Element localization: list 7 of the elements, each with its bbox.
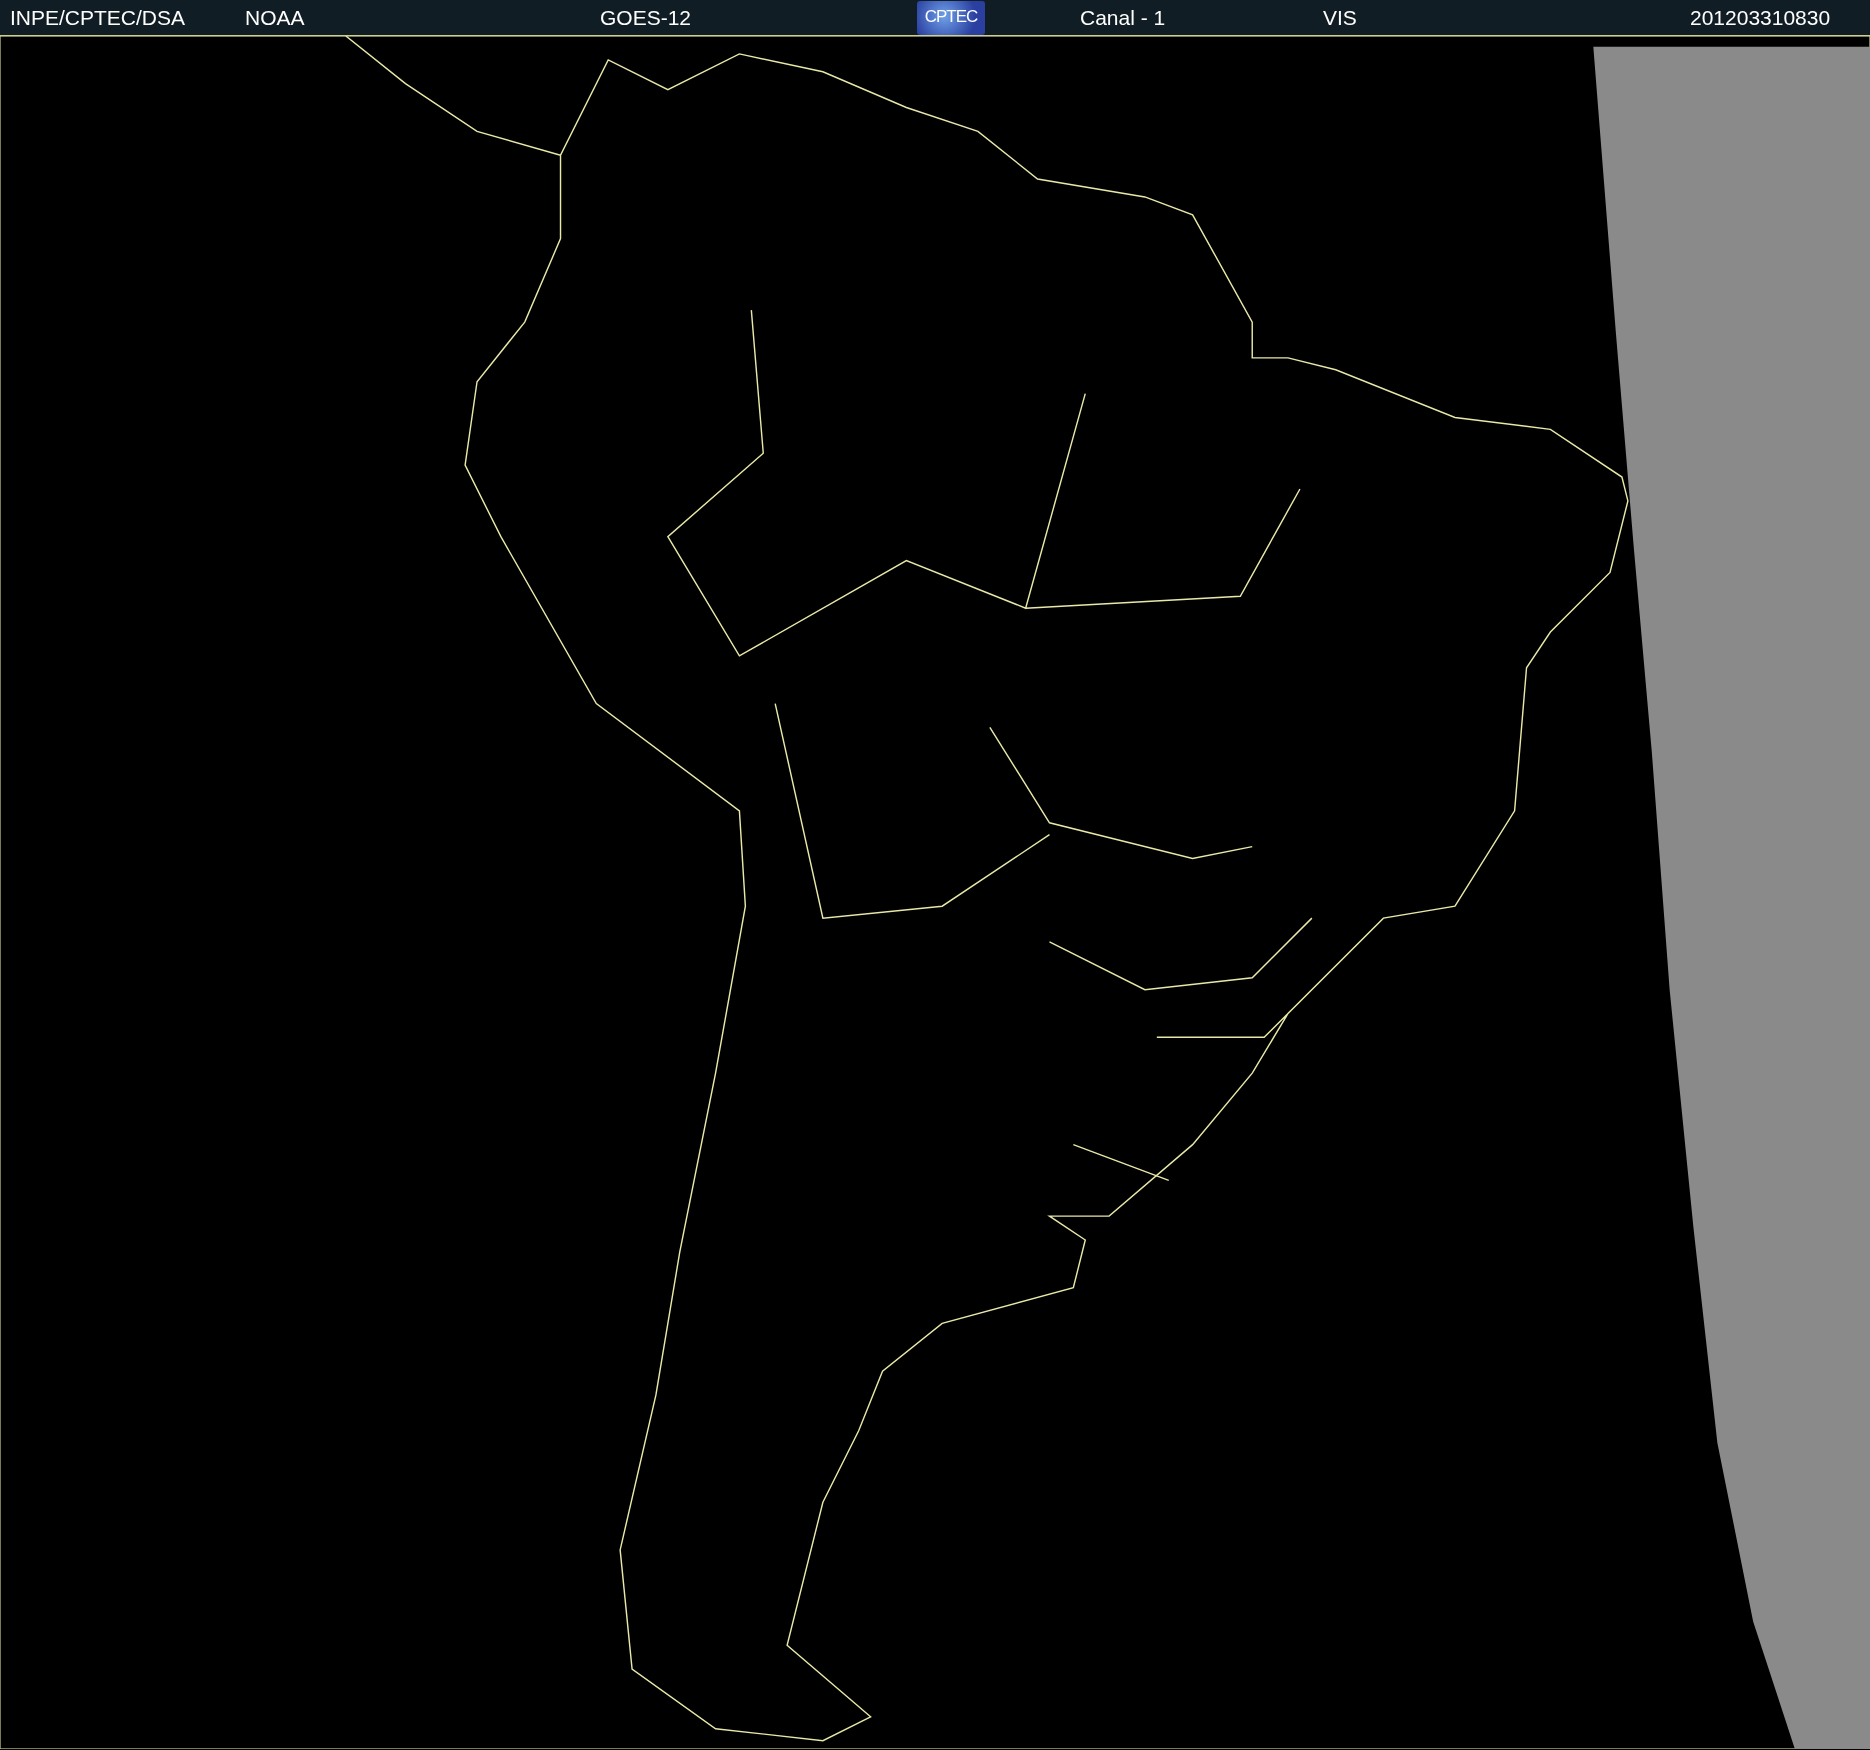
header-label: Canal - 1	[1080, 5, 1166, 31]
header-label: INPE/CPTEC/DSA	[10, 5, 186, 31]
header-label: NOAA	[245, 5, 305, 31]
header-label: 201203310830	[1690, 5, 1831, 31]
header-label: GOES-12	[600, 5, 692, 31]
logo: CPTEC	[917, 1, 985, 35]
header-label: VIS	[1323, 5, 1357, 31]
